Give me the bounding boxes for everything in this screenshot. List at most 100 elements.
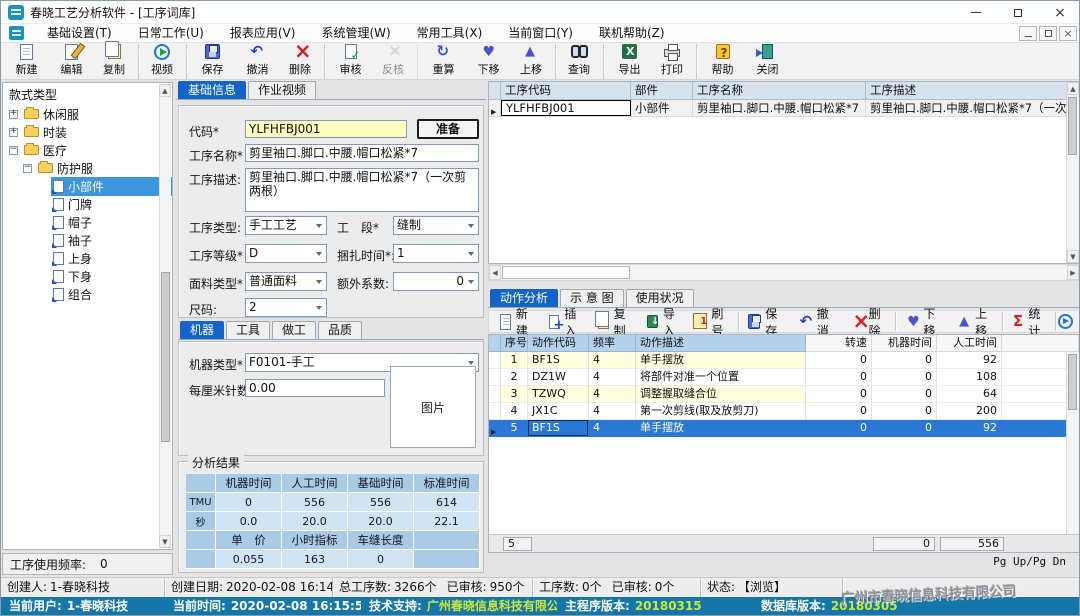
process-table-row[interactable]: YLFHFBJ001 小部件 剪里袖口.脚口.中腰.帽口松紧*7 剪里袖口.脚口…	[489, 100, 1079, 117]
action-table-row[interactable]: 5 BF1S 4 单手摆放 0 0 92	[489, 420, 1079, 437]
toolbar-button[interactable]: 帮助	[700, 44, 745, 79]
tree-scrollbar[interactable]: ▲ ▼	[159, 84, 171, 548]
tree-expander-icon[interactable]	[9, 146, 18, 155]
tree-item[interactable]: 袖子	[3, 231, 172, 249]
action-toolbar-button[interactable]: 保存	[741, 312, 792, 331]
detail-tab[interactable]: 基础信息	[178, 81, 246, 99]
process-grade-select[interactable]: D	[245, 244, 327, 263]
process-name-input[interactable]: 剪里袖口.脚口.中腰.帽口松紧*7	[245, 144, 479, 162]
toolbar-button[interactable]: 审核	[328, 44, 373, 79]
toolbar-button[interactable]: 打印	[652, 44, 697, 79]
action-table-row[interactable]: 1 BF1S 4 单手摆放 0 0 92	[489, 352, 1079, 369]
action-toolbar-button[interactable]: 导入	[640, 312, 689, 331]
action-toolbar-button[interactable]: 新建	[493, 312, 542, 331]
toolbar-button[interactable]: 下移	[466, 44, 511, 79]
col-header-action-desc[interactable]: 动作描述	[636, 335, 806, 352]
toolbar-button[interactable]: 保存	[190, 44, 235, 79]
scroll-up-icon[interactable]: ▲	[1067, 82, 1079, 95]
menu-item[interactable]: 基础设置(T)	[34, 24, 125, 43]
action-table-row[interactable]: 3 TZWQ 4 调整握取缝合位 0 0 64	[489, 386, 1079, 403]
toolbar-button[interactable]: 上移	[511, 44, 556, 79]
menu-item[interactable]: 当前窗口(Y)	[495, 24, 586, 43]
scroll-thumb[interactable]	[1068, 354, 1077, 410]
mdi-restore-button[interactable]	[1039, 26, 1057, 41]
tree-item[interactable]: 帽子	[3, 213, 172, 231]
play-video-button[interactable]	[1058, 314, 1073, 329]
work-section-select[interactable]: 缝制	[393, 216, 479, 235]
tree-item[interactable]: 门牌	[3, 195, 172, 213]
scroll-right-icon[interactable]: ▶	[1067, 265, 1079, 280]
scroll-left-icon[interactable]: ◀	[489, 265, 501, 280]
toolbar-button[interactable]: 视频	[142, 44, 187, 79]
tree-item[interactable]: 防护服	[3, 159, 172, 177]
menu-item[interactable]: 联机帮助(Z)	[586, 24, 678, 43]
scroll-down-icon[interactable]: ▼	[159, 535, 171, 548]
col-header-machine-time[interactable]: 机器时间	[872, 335, 937, 352]
action-toolbar-button[interactable]: 统计	[1005, 312, 1056, 331]
tree-item[interactable]: 时装	[3, 123, 172, 141]
toolbar-button[interactable]: 删除	[280, 44, 325, 79]
toolbar-button[interactable]: 关闭	[745, 44, 790, 79]
machine-sub-tab[interactable]: 品质	[318, 321, 362, 339]
process-table-scrollbar[interactable]: ▲ ▼	[1066, 82, 1079, 263]
size-select[interactable]: 2	[245, 298, 327, 317]
col-header-process-desc[interactable]: 工序描述	[866, 82, 1079, 100]
toolbar-button[interactable]: 导出	[607, 44, 652, 79]
extra-factor-select[interactable]: 0	[393, 272, 479, 291]
restore-button[interactable]	[997, 1, 1039, 24]
process-desc-cell[interactable]: 剪里袖口.脚口.中腰.帽口松紧*7（一次剪两根）	[866, 100, 1079, 116]
mdi-minimize-button[interactable]	[1019, 26, 1037, 41]
tree-item[interactable]: 医疗	[3, 141, 172, 159]
action-toolbar-button[interactable]: 上移	[950, 312, 1003, 331]
close-button[interactable]: ×	[1039, 1, 1080, 24]
process-table-hscrollbar[interactable]: ◀ ▶	[488, 264, 1080, 281]
toolbar-button[interactable]: 新建	[4, 44, 49, 79]
minimize-button[interactable]	[955, 1, 997, 24]
action-toolbar-button[interactable]: 插入	[542, 312, 590, 331]
hscroll-thumb[interactable]	[502, 266, 630, 279]
process-name-cell[interactable]: 剪里袖口.脚口.中腰.帽口松紧*7	[693, 100, 866, 116]
col-header-seq[interactable]: 序号	[501, 335, 528, 352]
ready-button[interactable]: 准备	[417, 119, 479, 139]
action-toolbar-button[interactable]: 刷号	[689, 312, 738, 331]
stitch-density-input[interactable]: 0.00	[245, 379, 385, 397]
toolbar-button[interactable]: 查询	[559, 44, 604, 79]
part-cell[interactable]: 小部件	[631, 100, 693, 116]
action-tab[interactable]: 使用状况	[626, 289, 694, 307]
scroll-down-icon[interactable]: ▼	[1067, 250, 1079, 263]
machine-sub-tab[interactable]: 做工	[272, 321, 316, 339]
col-header-action-code[interactable]: 动作代码	[528, 335, 589, 352]
action-table-row[interactable]: 2 DZ1W 4 将部件对准一个位置 0 0 108	[489, 369, 1079, 386]
col-header-process-code[interactable]: 工序代码	[501, 82, 631, 100]
action-toolbar-button[interactable]: 撤消	[792, 312, 844, 331]
tree-expander-icon[interactable]	[23, 164, 32, 173]
action-table-scrollbar[interactable]	[1066, 352, 1079, 536]
toolbar-button[interactable]: 复制	[94, 44, 139, 79]
action-toolbar-button[interactable]: 删除	[843, 312, 896, 331]
process-desc-input[interactable]: 剪里袖口.脚口.中腰.帽口松紧*7（一次剪两根）	[245, 168, 479, 212]
tree-expander-icon[interactable]	[9, 128, 18, 137]
action-table-row[interactable]: 4 JX1C 4 第一次剪线(取及放剪刀) 0 0 200	[489, 403, 1079, 420]
tree-expander-icon[interactable]	[9, 110, 18, 119]
scroll-thumb[interactable]	[1068, 97, 1077, 155]
tree-scroll-thumb[interactable]	[161, 272, 170, 442]
code-input[interactable]: YLFHFBJ001	[245, 120, 407, 138]
toolbar-button[interactable]: 反核	[373, 44, 418, 79]
toolbar-button[interactable]: 重算	[421, 44, 466, 79]
tree-item[interactable]: 小部件	[3, 177, 172, 195]
toolbar-button[interactable]: 编辑	[49, 44, 94, 79]
tree-item[interactable]: 休闲服	[3, 105, 172, 123]
scroll-up-icon[interactable]: ▲	[159, 84, 171, 97]
process-type-select[interactable]: 手工工艺	[245, 216, 327, 235]
menu-item[interactable]: 日常工作(U)	[125, 24, 217, 43]
machine-sub-tab[interactable]: 机器	[180, 321, 224, 339]
toolbar-button[interactable]: 撤消	[235, 44, 280, 79]
col-header-process-name[interactable]: 工序名称	[693, 82, 866, 100]
tree-item[interactable]: 上身	[3, 249, 172, 267]
col-header-frequency[interactable]: 频率	[589, 335, 636, 352]
action-toolbar-button[interactable]: 复制	[591, 312, 640, 331]
tree-item[interactable]: 组合	[3, 285, 172, 303]
machine-sub-tab[interactable]: 工具	[226, 321, 270, 339]
tree-item[interactable]: 下身	[3, 267, 172, 285]
picture-placeholder[interactable]: 图片	[390, 366, 476, 448]
